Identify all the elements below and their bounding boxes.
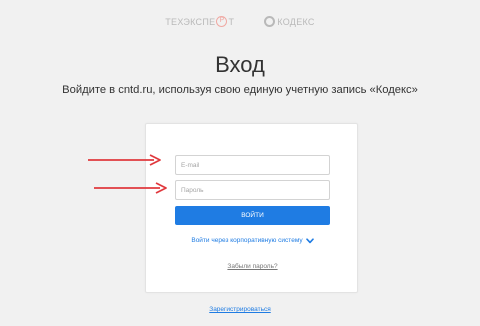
corporate-login-label: Войти через корпоративную систему <box>191 237 303 244</box>
kodeks-logo-icon <box>264 16 276 27</box>
texexpert-logo-text-1: ТЕХЭКСПЕ <box>165 16 216 27</box>
kodeks-logo[interactable]: КОДЕКС <box>264 16 314 27</box>
login-card: ВОЙТИ Войти через корпоративную систему … <box>145 123 358 293</box>
page-subtitle: Войдите в cntd.ru, используя свою единую… <box>62 84 418 96</box>
login-button[interactable]: ВОЙТИ <box>175 206 330 225</box>
forgot-password-link[interactable]: Забыли пароль? <box>146 263 359 270</box>
texexpert-logo-seal: Р <box>216 16 228 27</box>
page-title: Вход <box>215 52 265 77</box>
kodeks-logo-text: КОДЕКС <box>277 16 315 27</box>
annotation-arrow-icon <box>94 182 167 194</box>
annotation-arrow-icon <box>88 154 161 166</box>
corporate-login-link[interactable]: Войти через корпоративную систему <box>146 237 359 244</box>
brand-row: ТЕХЭКСПЕ Р Т КОДЕКС <box>0 16 480 27</box>
register-link[interactable]: Зарегистрироваться <box>0 306 480 313</box>
login-page: ТЕХЭКСПЕ Р Т КОДЕКС Вход Войдите в cntd.… <box>0 0 480 326</box>
texexpert-logo-text-2: Т <box>228 16 235 27</box>
password-field[interactable] <box>175 180 330 200</box>
email-field[interactable] <box>175 155 330 175</box>
texexpert-logo[interactable]: ТЕХЭКСПЕ Р Т <box>165 16 234 27</box>
chevron-down-icon <box>305 237 314 243</box>
